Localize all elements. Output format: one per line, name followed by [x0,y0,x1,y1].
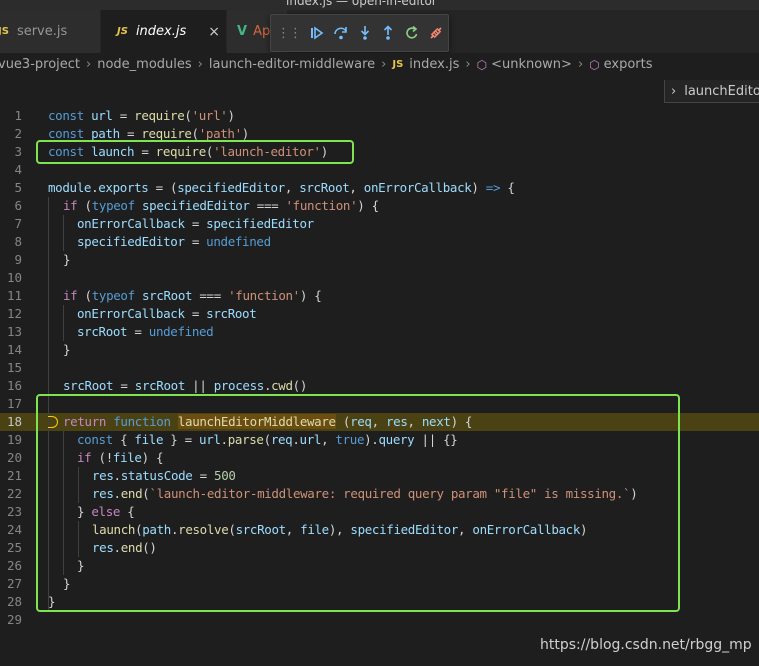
chevron-right-icon: › [86,57,92,72]
line-number: 15 [6,360,22,375]
breadcrumb-file[interactable]: index.js [409,57,459,72]
chevron-right-icon: › [465,57,471,72]
line-number: 12 [6,306,22,321]
code-editor[interactable]: 1 2 3 4 5 6 7 8 9 10 11 12 13 14 15 16 1… [0,107,759,637]
chevron-right-icon: › [197,57,203,72]
indent-guide [63,215,64,251]
line-number: 23 [6,504,22,519]
step-out-icon[interactable] [376,20,400,46]
line-number: 25 [6,540,22,555]
vue-file-icon: V [237,24,248,39]
line-number: 10 [6,270,22,285]
line-number: 14 [6,342,22,357]
line-number: 2 [14,126,22,141]
code-line: if (typeof srcRoot === 'function') { [63,288,322,303]
title-bar: index.js — open-in-editor [0,0,759,10]
line-number: 9 [14,252,22,267]
watermark: https://blog.csdn.net/rbgg_mp [540,637,752,653]
symbol-cube-icon: ⬡ [476,57,488,72]
sticky-scroll-widget[interactable]: › launchEditorMiddleware [664,80,759,103]
js-file-icon: JS [117,26,128,37]
annotation-box-line-3 [36,140,354,164]
code-line: onErrorCallback = specifiedEditor [77,216,314,231]
code-line: specifiedEditor = undefined [77,234,271,249]
breadcrumb-item[interactable]: node_modules [97,57,191,72]
line-number: 3 [14,144,22,159]
debug-toolbar: ⋮⋮ [270,14,449,52]
line-number: 4 [14,162,22,177]
symbol-cube-icon: ⬡ [589,57,600,72]
line-number: 13 [6,324,22,339]
code-line: } [63,342,71,357]
line-number: 18 [6,414,22,429]
disconnect-icon[interactable] [424,20,448,46]
line-number: 8 [14,234,22,249]
js-file-icon: JS [392,59,404,70]
chevron-right-icon: › [381,57,387,72]
code-line: if (typeof specifiedEditor === 'function… [63,198,379,213]
window-title: index.js — open-in-editor [286,0,437,8]
line-number: 1 [14,108,22,123]
line-number: 29 [6,612,22,627]
breadcrumb: vue3-project › node_modules › launch-edi… [0,53,759,76]
line-number: 22 [6,486,22,501]
tab-index-js[interactable]: JS index.js × [101,10,226,53]
line-number: 6 [14,198,22,213]
line-number: 7 [14,216,22,231]
code-line: module.exports = (specifiedEditor, srcRo… [48,180,515,195]
breadcrumb-symbol[interactable]: exports [604,57,653,72]
line-number: 20 [6,450,22,465]
js-file-icon: JS [0,26,9,37]
restart-icon[interactable] [400,20,424,46]
line-number: 16 [6,378,22,393]
code-line: srcRoot = srcRoot || process.cwd() [63,378,308,393]
line-number: 21 [6,468,22,483]
grip-icon[interactable]: ⋮⋮ [277,26,302,41]
line-number: 5 [14,180,22,195]
annotation-box-middleware [36,394,680,612]
tab-serve-js[interactable]: JS serve.js [0,10,100,53]
chevron-right-icon: › [671,83,677,99]
indent-guide [63,305,64,341]
line-number: 26 [6,558,22,573]
code-line: onErrorCallback = srcRoot [77,306,257,321]
line-number: 24 [6,522,22,537]
breadcrumb-symbol[interactable]: <unknown> [491,57,572,72]
step-over-icon[interactable] [329,20,353,46]
tab-label: Ap [253,24,271,39]
continue-icon[interactable] [305,20,329,46]
close-icon[interactable]: × [208,24,220,40]
tab-label: serve.js [16,24,68,39]
line-number: 11 [6,288,22,303]
breadcrumb-item[interactable]: vue3-project [0,57,80,72]
breadcrumb-item[interactable]: launch-editor-middleware [209,57,375,72]
line-number: 17 [6,396,22,411]
line-number: 28 [6,594,22,609]
code-line: const url = require('url') [48,108,235,123]
chevron-right-icon: › [577,57,584,72]
tab-label: index.js [135,24,187,39]
step-into-icon[interactable] [353,20,377,46]
code-line: srcRoot = undefined [77,324,214,339]
code-line: } [63,252,71,267]
sticky-scroll-label: launchEditorMiddleware [684,83,759,99]
line-number: 27 [6,576,22,591]
line-number: 19 [6,432,22,447]
